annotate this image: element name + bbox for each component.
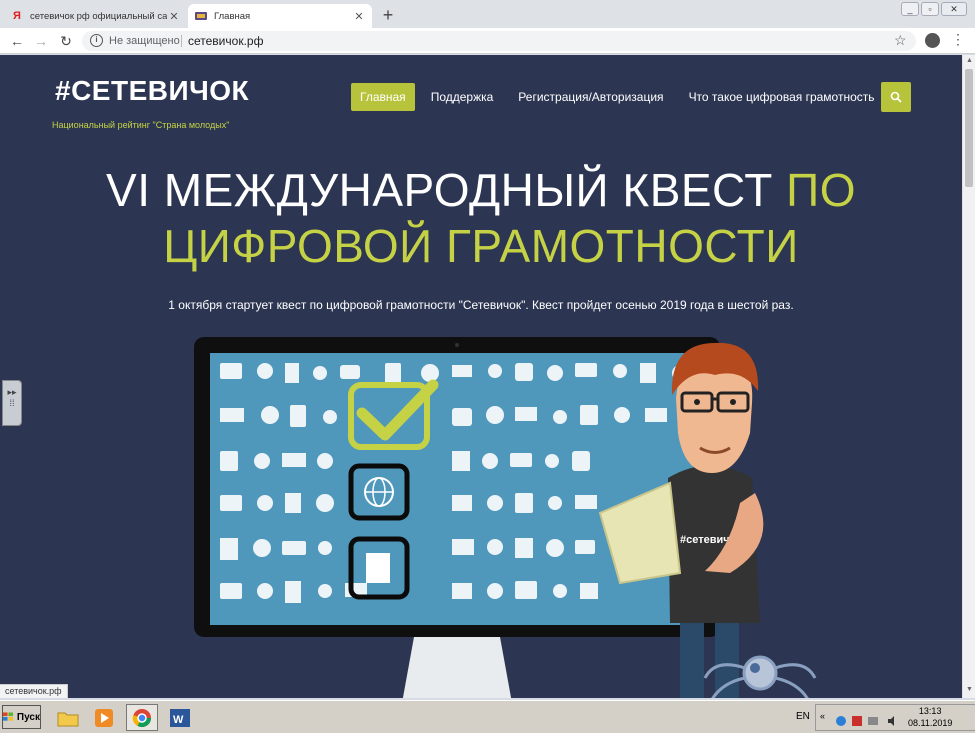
window-close-button[interactable]: ✕ xyxy=(941,2,967,16)
nav-digital-literacy[interactable]: Что такое цифровая грамотность xyxy=(680,83,884,111)
page-scrollbar[interactable]: ▲ ▼ xyxy=(962,55,975,698)
tray-expand-icon[interactable]: « xyxy=(820,711,832,723)
browser-toolbar: ← → ↻ i Не защищено сетевичок.рф xyxy=(0,28,975,54)
site-tagline: Национальный рейтинг "Страна молодых" xyxy=(52,120,230,130)
language-indicator[interactable]: EN xyxy=(796,711,810,722)
media-player-taskbar-icon[interactable] xyxy=(88,704,120,731)
chrome-taskbar-icon[interactable] xyxy=(126,704,158,731)
scroll-down-icon[interactable]: ▼ xyxy=(966,686,973,693)
divider xyxy=(181,35,182,47)
info-icon[interactable]: i xyxy=(90,34,103,47)
account-icon[interactable] xyxy=(925,33,940,48)
reload-button[interactable]: ↻ xyxy=(57,32,75,50)
nav-home[interactable]: Главная xyxy=(351,83,415,111)
hero-title-accent-1: ПО xyxy=(786,164,856,216)
tab-title: Главная xyxy=(214,10,251,22)
windows-taskbar: Пуск W EN « 13:13 08.11.2019 xyxy=(0,700,975,733)
start-label: Пуск xyxy=(16,711,40,723)
search-icon xyxy=(890,91,902,103)
nav-registration[interactable]: Регистрация/Авторизация xyxy=(509,83,672,111)
explorer-taskbar-icon[interactable] xyxy=(52,704,84,731)
menu-icon[interactable]: ⋮ xyxy=(951,31,965,48)
clock-date: 08.11.2019 xyxy=(908,718,953,728)
svg-text:W: W xyxy=(173,714,184,726)
hero-title-accent-2: ЦИФРОВОЙ ГРАМОТНОСТИ xyxy=(163,220,799,272)
web-page: #СЕТЕВИЧОК Национальный рейтинг "Страна … xyxy=(0,55,962,698)
url-text[interactable]: сетевичок.рф xyxy=(188,34,263,48)
tab-title: сетевичок рф официальный сайт xyxy=(30,10,167,22)
clock-time: 13:13 xyxy=(918,706,942,716)
maximize-button[interactable]: ▫ xyxy=(921,2,939,16)
hero-subtitle: 1 октября стартует квест по цифровой гра… xyxy=(168,298,794,312)
address-bar[interactable]: i Не защищено сетевичок.рф xyxy=(82,31,916,51)
clock[interactable]: 13:13 08.11.2019 xyxy=(908,705,952,729)
forward-button[interactable]: → xyxy=(32,32,50,50)
network-icon[interactable] xyxy=(835,715,847,727)
side-panel-handle[interactable]: ▸▸ ⁞⁞ xyxy=(2,380,22,426)
hero-title: VI МЕЖДУНАРОДНЫЙ КВЕСТ ПО ЦИФРОВОЙ ГРАМО… xyxy=(0,162,962,274)
security-tray-icon[interactable] xyxy=(851,715,863,727)
bookmark-star-icon[interactable]: ☆ xyxy=(894,32,907,49)
back-button[interactable]: ← xyxy=(8,32,26,50)
tab-yandex[interactable]: Я сетевичок рф официальный сайт ✕ xyxy=(4,4,187,28)
yandex-icon: Я xyxy=(13,10,21,22)
new-tab-button[interactable]: + xyxy=(378,5,398,26)
main-nav: Главная Поддержка Регистрация/Авторизаци… xyxy=(351,83,891,111)
volume-icon[interactable] xyxy=(886,715,898,727)
close-icon[interactable]: ✕ xyxy=(167,10,181,23)
hardware-tray-icon[interactable] xyxy=(867,715,879,727)
minimize-button[interactable]: _ xyxy=(901,2,919,16)
tab-main[interactable]: Главная ✕ xyxy=(188,4,372,28)
security-label: Не защищено xyxy=(109,35,180,47)
close-icon[interactable]: ✕ xyxy=(352,10,366,23)
windows-logo-icon xyxy=(3,712,14,721)
site-icon xyxy=(194,9,208,23)
scrollbar-thumb[interactable] xyxy=(965,69,973,187)
site-logo[interactable]: #СЕТЕВИЧОК xyxy=(55,75,249,107)
search-button[interactable] xyxy=(881,82,911,112)
hero-title-white: VI МЕЖДУНАРОДНЫЙ КВЕСТ xyxy=(106,164,773,216)
start-button[interactable]: Пуск xyxy=(2,705,41,729)
scroll-up-icon[interactable]: ▲ xyxy=(966,57,973,64)
status-bar-url: сетевичок.рф xyxy=(0,684,68,698)
monitor-illustration: #сетевичок xyxy=(194,337,817,698)
word-taskbar-icon[interactable]: W xyxy=(164,704,196,731)
nav-support[interactable]: Поддержка xyxy=(422,83,503,111)
browser-tabstrip: Я сетевичок рф официальный сайт ✕ Главна… xyxy=(0,0,975,28)
